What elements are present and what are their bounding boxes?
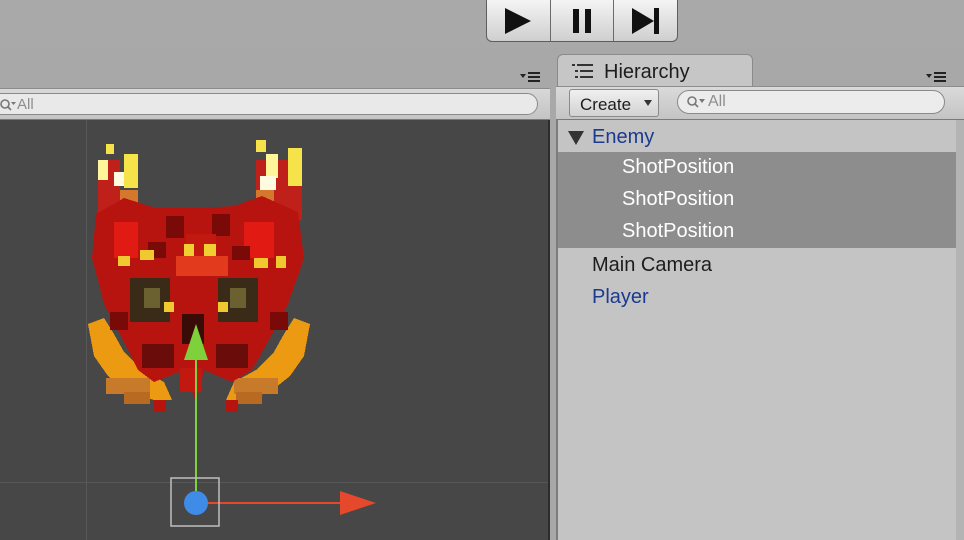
hierarchy-toolbar: Create All — [556, 86, 964, 120]
scene-panel-header — [0, 64, 550, 88]
step-icon — [631, 7, 659, 34]
top-toolbar — [0, 0, 964, 48]
search-icon — [687, 96, 705, 108]
panel-menu-icon[interactable] — [518, 69, 542, 83]
scene-search-input[interactable]: All — [0, 93, 538, 115]
scene-view[interactable] — [0, 120, 550, 540]
move-gizmo[interactable] — [160, 310, 400, 530]
step-button[interactable] — [614, 0, 677, 41]
panel-divider — [548, 120, 550, 540]
hierarchy-item-label: ShotPosition — [622, 220, 735, 242]
hierarchy-list: Enemy ShotPosition ShotPosition ShotPosi… — [556, 120, 964, 540]
scene-search-placeholder: All — [17, 96, 34, 113]
hierarchy-item-main-camera[interactable]: Main Camera — [558, 250, 956, 282]
hierarchy-item-label: Main Camera — [592, 254, 713, 276]
tab-hierarchy[interactable]: Hierarchy — [557, 54, 753, 88]
panel-edge — [956, 120, 964, 540]
hierarchy-item-enemy[interactable]: Enemy — [558, 122, 956, 154]
foldout-expanded-icon[interactable] — [568, 131, 584, 145]
y-axis-handle[interactable] — [184, 324, 208, 360]
panel-menu-icon[interactable] — [924, 69, 948, 83]
hierarchy-item-label: Enemy — [592, 126, 655, 148]
hierarchy-item-player[interactable]: Player — [558, 282, 956, 314]
play-button[interactable] — [487, 0, 551, 41]
hierarchy-item-label: ShotPosition — [622, 156, 735, 178]
hierarchy-item-shotposition[interactable]: ShotPosition — [558, 216, 956, 248]
hierarchy-item-shotposition[interactable]: ShotPosition — [558, 184, 956, 216]
hierarchy-search-placeholder: All — [708, 93, 726, 110]
tab-hierarchy-label: Hierarchy — [604, 61, 690, 83]
scene-panel: All — [0, 64, 550, 540]
pause-button[interactable] — [551, 0, 615, 41]
hierarchy-item-shotposition[interactable]: ShotPosition — [558, 152, 956, 184]
play-icon — [505, 7, 532, 34]
hierarchy-item-label: ShotPosition — [622, 188, 735, 210]
create-button[interactable]: Create — [569, 89, 659, 117]
center-handle[interactable] — [184, 491, 208, 515]
dropdown-arrow-icon — [644, 100, 652, 106]
playmode-controls — [486, 0, 678, 42]
hierarchy-search-input[interactable]: All — [677, 90, 945, 114]
pause-icon — [573, 8, 591, 33]
list-icon — [572, 64, 593, 78]
search-icon — [0, 99, 16, 111]
create-button-label: Create — [580, 95, 632, 114]
x-axis-handle[interactable] — [340, 491, 376, 515]
scene-toolbar: All — [0, 88, 550, 120]
hierarchy-item-label: Player — [592, 286, 649, 308]
